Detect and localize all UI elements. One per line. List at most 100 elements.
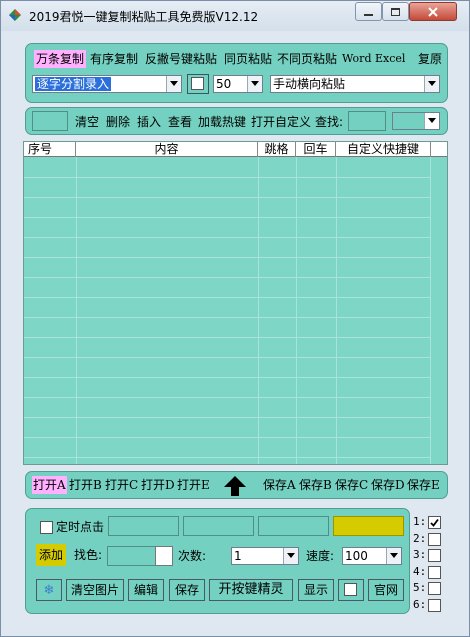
column-header-hotkey[interactable]: 自定义快捷键 <box>336 142 431 157</box>
table-column-line <box>336 157 337 464</box>
column-header-content[interactable]: 内容 <box>76 142 258 157</box>
official-site-button[interactable]: 官网 <box>368 579 404 601</box>
table-column-line <box>76 157 77 464</box>
find-input[interactable] <box>348 111 386 131</box>
slot-check-item[interactable]: 5: <box>413 581 441 595</box>
input-mode-value: 逐字分割录入 <box>35 77 112 91</box>
chevron-down-icon <box>424 113 439 129</box>
table-row-line <box>24 337 430 338</box>
table-row-line <box>24 317 430 318</box>
chevron-down-icon <box>386 548 401 564</box>
show-checkbox-button[interactable] <box>338 579 364 601</box>
column-header-enter[interactable]: 回车 <box>296 142 336 157</box>
clear-button[interactable]: 清空 <box>75 113 99 131</box>
data-table[interactable]: 序号 内容 跳格 回车 自定义快捷键 <box>23 141 448 465</box>
slot-check-item[interactable]: 1: <box>413 515 441 529</box>
mode-panel: 万条复制 有序复制 反撇号键粘贴 同页粘贴 不同页粘贴 Word Excel 复… <box>25 43 448 103</box>
slot-checkbox[interactable] <box>428 582 441 595</box>
open-a-button[interactable]: 打开A <box>32 476 67 494</box>
find-select[interactable] <box>392 112 440 130</box>
slot-check-item[interactable]: 2: <box>413 531 441 546</box>
color-swatch-button[interactable] <box>155 546 173 566</box>
column-header-spacer <box>431 142 447 157</box>
view-button[interactable]: 查看 <box>168 113 192 131</box>
save-b-button[interactable]: 保存B <box>299 476 332 494</box>
window-title: 2019君悦一键复制粘贴工具免费版V12.12 <box>29 10 259 24</box>
speed-select[interactable]: 100 <box>342 547 402 565</box>
table-row-line <box>24 237 430 238</box>
open-key-wizard-button[interactable]: 开按键精灵 <box>209 579 293 601</box>
slot-check-item[interactable]: 3: <box>413 548 441 562</box>
count-select[interactable]: 50 <box>213 75 263 93</box>
mode-backtick-paste-button[interactable]: 反撇号键粘贴 <box>145 50 217 68</box>
slot-checkbox[interactable] <box>428 565 441 579</box>
paste-mode-value: 手动横向粘贴 <box>273 77 346 91</box>
column-header-index[interactable]: 序号 <box>24 142 76 157</box>
delete-button[interactable]: 删除 <box>106 113 130 131</box>
clear-image-button[interactable]: 清空图片 <box>66 579 124 601</box>
open-b-button[interactable]: 打开B <box>69 476 102 494</box>
mode-restore-button[interactable]: 复原 <box>418 50 442 68</box>
table-row-line <box>24 197 430 198</box>
timed-click-indicator <box>333 516 404 536</box>
save-d-button[interactable]: 保存D <box>371 476 405 494</box>
slot-check-item[interactable]: 4: <box>413 564 441 579</box>
timed-click-field-2[interactable] <box>183 516 254 536</box>
slot-check-item[interactable]: 6: <box>413 598 441 612</box>
client-area: 万条复制 有序复制 反撇号键粘贴 同页粘贴 不同页粘贴 Word Excel 复… <box>8 31 463 631</box>
chevron-down-icon <box>424 76 439 92</box>
slot-checkbox[interactable] <box>428 532 441 546</box>
close-button[interactable] <box>409 2 457 21</box>
slot-checkbox[interactable] <box>428 549 441 562</box>
times-select[interactable]: 1 <box>231 547 299 565</box>
vertical-scrollbar[interactable] <box>430 157 447 464</box>
times-value: 1 <box>234 549 242 563</box>
add-button[interactable]: 添加 <box>36 544 67 566</box>
timed-click-field-3[interactable] <box>258 516 329 536</box>
load-hotkeys-button[interactable]: 加载热键 <box>198 113 246 131</box>
title-bar[interactable]: 2019君悦一键复制粘贴工具免费版V12.12 <box>1 1 469 31</box>
open-c-button[interactable]: 打开C <box>105 476 138 494</box>
save-button[interactable]: 保存 <box>169 579 205 601</box>
edit-button[interactable]: 编辑 <box>128 579 164 601</box>
up-arrow-icon[interactable] <box>223 475 247 497</box>
snowflake-button[interactable]: ❄ <box>36 579 62 601</box>
save-e-button[interactable]: 保存E <box>407 476 440 494</box>
insert-button[interactable]: 插入 <box>137 113 161 131</box>
table-column-line <box>296 157 297 464</box>
slot-check-label: 4: <box>413 564 427 578</box>
speed-label: 速度: <box>306 549 335 563</box>
open-e-button[interactable]: 打开E <box>177 476 210 494</box>
mode-word-button[interactable]: Word <box>342 50 371 68</box>
show-button[interactable]: 显示 <box>298 579 334 601</box>
toggle-checkbox-button[interactable] <box>187 74 209 94</box>
app-window: 2019君悦一键复制粘贴工具免费版V12.12 万条复制 有序复制 反撇号键粘贴… <box>0 0 470 637</box>
slot-check-label: 2: <box>413 531 427 545</box>
timed-click-checkbox[interactable] <box>40 521 53 534</box>
input-mode-select[interactable]: 逐字分割录入 <box>32 75 182 93</box>
find-label: 查找: <box>315 115 344 129</box>
automation-panel: 定时点击 添加 找色: 次数: 1 速度: 100 ❄ 清空图片 编辑 保存 开… <box>25 508 410 614</box>
mode-same-page-paste-button[interactable]: 同页粘贴 <box>224 50 272 68</box>
show-checkbox <box>344 583 357 596</box>
slot-checkbox[interactable] <box>428 598 441 612</box>
maximize-icon <box>391 7 400 16</box>
save-a-button[interactable]: 保存A <box>263 476 296 494</box>
save-c-button[interactable]: 保存C <box>335 476 368 494</box>
slot-check-label: 1: <box>413 515 427 528</box>
action-panel: 清空 删除 插入 查看 加载热键 打开自定义 查找: <box>25 107 448 135</box>
mode-bulk-copy-button[interactable]: 万条复制 <box>34 50 87 68</box>
table-row-line <box>24 257 430 258</box>
mode-diff-page-paste-button[interactable]: 不同页粘贴 <box>277 50 337 68</box>
maximize-button[interactable] <box>382 2 409 21</box>
minimize-button[interactable] <box>355 2 382 21</box>
slot-checkbox[interactable] <box>428 516 441 529</box>
timed-click-field-1[interactable] <box>108 516 179 536</box>
column-header-tab[interactable]: 跳格 <box>258 142 296 157</box>
mode-ordered-copy-button[interactable]: 有序复制 <box>90 50 138 68</box>
open-custom-button[interactable]: 打开自定义 <box>251 113 311 131</box>
open-d-button[interactable]: 打开D <box>141 476 175 494</box>
table-header: 序号 内容 跳格 回车 自定义快捷键 <box>24 142 447 157</box>
paste-mode-select[interactable]: 手动横向粘贴 <box>270 75 440 93</box>
mode-excel-button[interactable]: Excel <box>375 50 405 68</box>
